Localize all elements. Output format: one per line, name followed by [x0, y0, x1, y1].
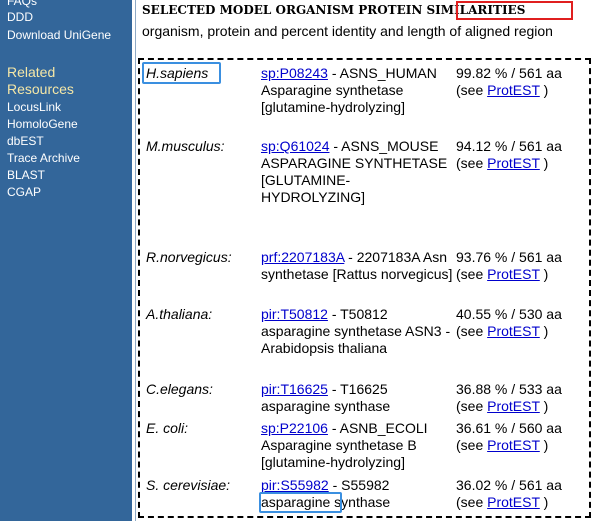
sidebar-divider-line — [135, 0, 136, 521]
protein-description: pir:T16625 - T16625 asparagine synthase — [261, 381, 453, 415]
accession-link[interactable]: pir:S55982 — [261, 477, 329, 493]
section-title-prefix: SELECTED MODEL ORGANISM PROTEIN — [142, 3, 423, 17]
protein-description: sp:Q61024 - ASNS_MOUSE ASPARAGINE SYNTHE… — [261, 138, 453, 206]
see-text: (see — [456, 155, 488, 171]
sidebar-link-faqs[interactable]: FAQs — [7, 0, 37, 8]
see-text: (see — [456, 266, 488, 282]
organism-highlight-box — [142, 62, 221, 84]
see-text-close: ) — [539, 494, 549, 510]
accession-link[interactable]: pir:T50812 — [261, 306, 328, 322]
sidebar-link-blast[interactable]: BLAST — [7, 168, 45, 182]
organism-name: R.norvegicus: — [146, 249, 232, 265]
related-resources-heading: Related Resources — [7, 64, 74, 97]
identity-stats: 93.76 % / 561 aa (see ProtEST ) — [456, 249, 596, 283]
protest-link[interactable]: ProtEST — [487, 82, 540, 98]
protest-link[interactable]: ProtEST — [487, 323, 540, 339]
organism-name: M.musculus: — [146, 138, 225, 154]
protest-link[interactable]: ProtEST — [487, 398, 540, 414]
see-text: (see — [456, 494, 488, 510]
identity-value: 36.88 % / 533 aa — [456, 381, 562, 397]
sidebar-link-ddd[interactable]: DDD — [7, 10, 33, 24]
organism-name: S. cerevisiae: — [146, 477, 231, 493]
see-text: (see — [456, 437, 488, 453]
identity-stats: 99.82 % / 561 aa (see ProtEST ) — [456, 65, 596, 99]
sidebar-link-dbest[interactable]: dbEST — [7, 134, 44, 148]
identity-value: 94.12 % / 561 aa — [456, 138, 562, 154]
organism-name: A.thaliana: — [146, 306, 213, 322]
identity-value: 36.02 % / 561 aa — [456, 477, 562, 493]
identity-stats: 36.88 % / 533 aa (see ProtEST ) — [456, 381, 596, 415]
sidebar-link-download-unigene[interactable]: Download UniGene — [7, 28, 111, 42]
protein-description: prf:2207183A - 2207183A Asn synthetase [… — [261, 249, 453, 283]
see-text-close: ) — [539, 82, 549, 98]
protein-description: sp:P22106 - ASNB_ECOLI Asparagine synthe… — [261, 420, 453, 471]
see-text-close: ) — [539, 155, 549, 171]
word-highlight-box — [259, 492, 342, 513]
protein-description: sp:P08243 - ASNS_HUMAN Asparagine synthe… — [261, 65, 453, 116]
sidebar-link-trace-archive[interactable]: Trace Archive — [7, 151, 80, 165]
organism-name: E. coli: — [146, 420, 189, 436]
see-text: (see — [456, 82, 488, 98]
sidebar-link-locuslink[interactable]: LocusLink — [7, 100, 61, 114]
accession-link[interactable]: sp:P08243 — [261, 65, 328, 81]
identity-value: 99.82 % / 561 aa — [456, 65, 562, 81]
identity-stats: 94.12 % / 561 aa (see ProtEST ) — [456, 138, 596, 172]
identity-stats: 36.02 % / 561 aa (see ProtEST ) — [456, 477, 596, 511]
protest-link[interactable]: ProtEST — [487, 494, 540, 510]
see-text-close: ) — [539, 398, 549, 414]
title-highlight-box — [456, 1, 573, 20]
accession-link[interactable]: sp:Q61024 — [261, 138, 330, 154]
see-text-close: ) — [539, 437, 549, 453]
accession-link[interactable]: prf:2207183A — [261, 249, 344, 265]
section-subtitle: organism, protein and percent identity a… — [142, 23, 553, 39]
identity-value: 36.61 % / 560 aa — [456, 420, 562, 436]
sidebar-link-homologene[interactable]: HomoloGene — [7, 117, 78, 131]
see-text: (see — [456, 323, 488, 339]
left-sidebar: FAQs DDD Download UniGene Related Resour… — [0, 0, 132, 521]
see-text-close: ) — [539, 266, 549, 282]
protest-link[interactable]: ProtEST — [487, 437, 540, 453]
sidebar-link-cgap[interactable]: CGAP — [7, 185, 41, 199]
identity-stats: 36.61 % / 560 aa (see ProtEST ) — [456, 420, 596, 454]
description-text: - S55982 — [328, 477, 390, 493]
identity-value: 40.55 % / 530 aa — [456, 306, 562, 322]
identity-stats: 40.55 % / 530 aa (see ProtEST ) — [456, 306, 596, 340]
identity-value: 93.76 % / 561 aa — [456, 249, 562, 265]
protest-link[interactable]: ProtEST — [487, 266, 540, 282]
accession-link[interactable]: pir:T16625 — [261, 381, 328, 397]
accession-link[interactable]: sp:P22106 — [261, 420, 328, 436]
protest-link[interactable]: ProtEST — [487, 155, 540, 171]
see-text-close: ) — [539, 323, 549, 339]
see-text: (see — [456, 398, 488, 414]
organism-name: C.elegans: — [146, 381, 213, 397]
protein-description: pir:T50812 - T50812 asparagine synthetas… — [261, 306, 453, 357]
